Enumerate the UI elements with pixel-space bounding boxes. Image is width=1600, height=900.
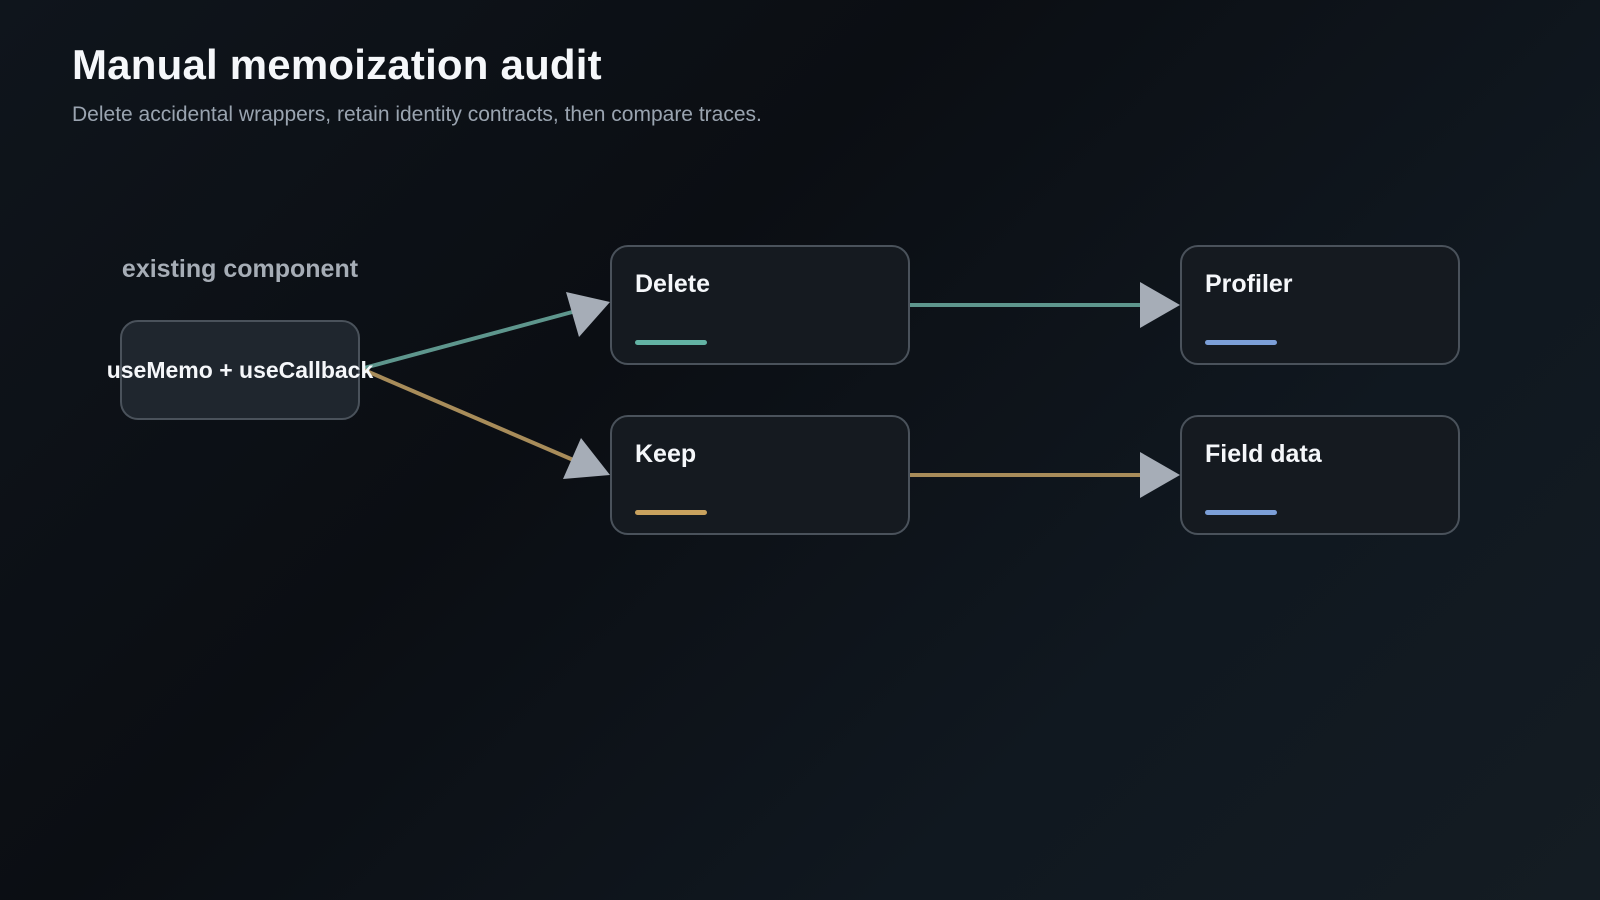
node-field-data-label: Field data [1205, 440, 1322, 468]
node-field-data: Field data [1180, 415, 1460, 535]
node-delete-accent-bar [635, 340, 707, 345]
edge-source-to-keep [363, 368, 579, 464]
source-caption: existing component [121, 255, 359, 283]
node-profiler-label: Profiler [1205, 270, 1293, 298]
node-keep-accent-bar [635, 510, 707, 515]
source-node-label: useMemo + useCallback [106, 357, 374, 383]
node-keep-label: Keep [635, 440, 697, 468]
arrowhead-profiler [1140, 282, 1180, 328]
node-profiler-accent-bar [1205, 340, 1277, 345]
arrowhead-delete [566, 292, 610, 337]
node-keep: Keep [610, 415, 910, 535]
node-profiler: Profiler [1180, 245, 1460, 365]
node-delete: Delete [610, 245, 910, 365]
node-delete-label: Delete [635, 270, 711, 298]
node-field-data-accent-bar [1205, 510, 1277, 515]
arrowhead-field-data [1140, 452, 1180, 498]
